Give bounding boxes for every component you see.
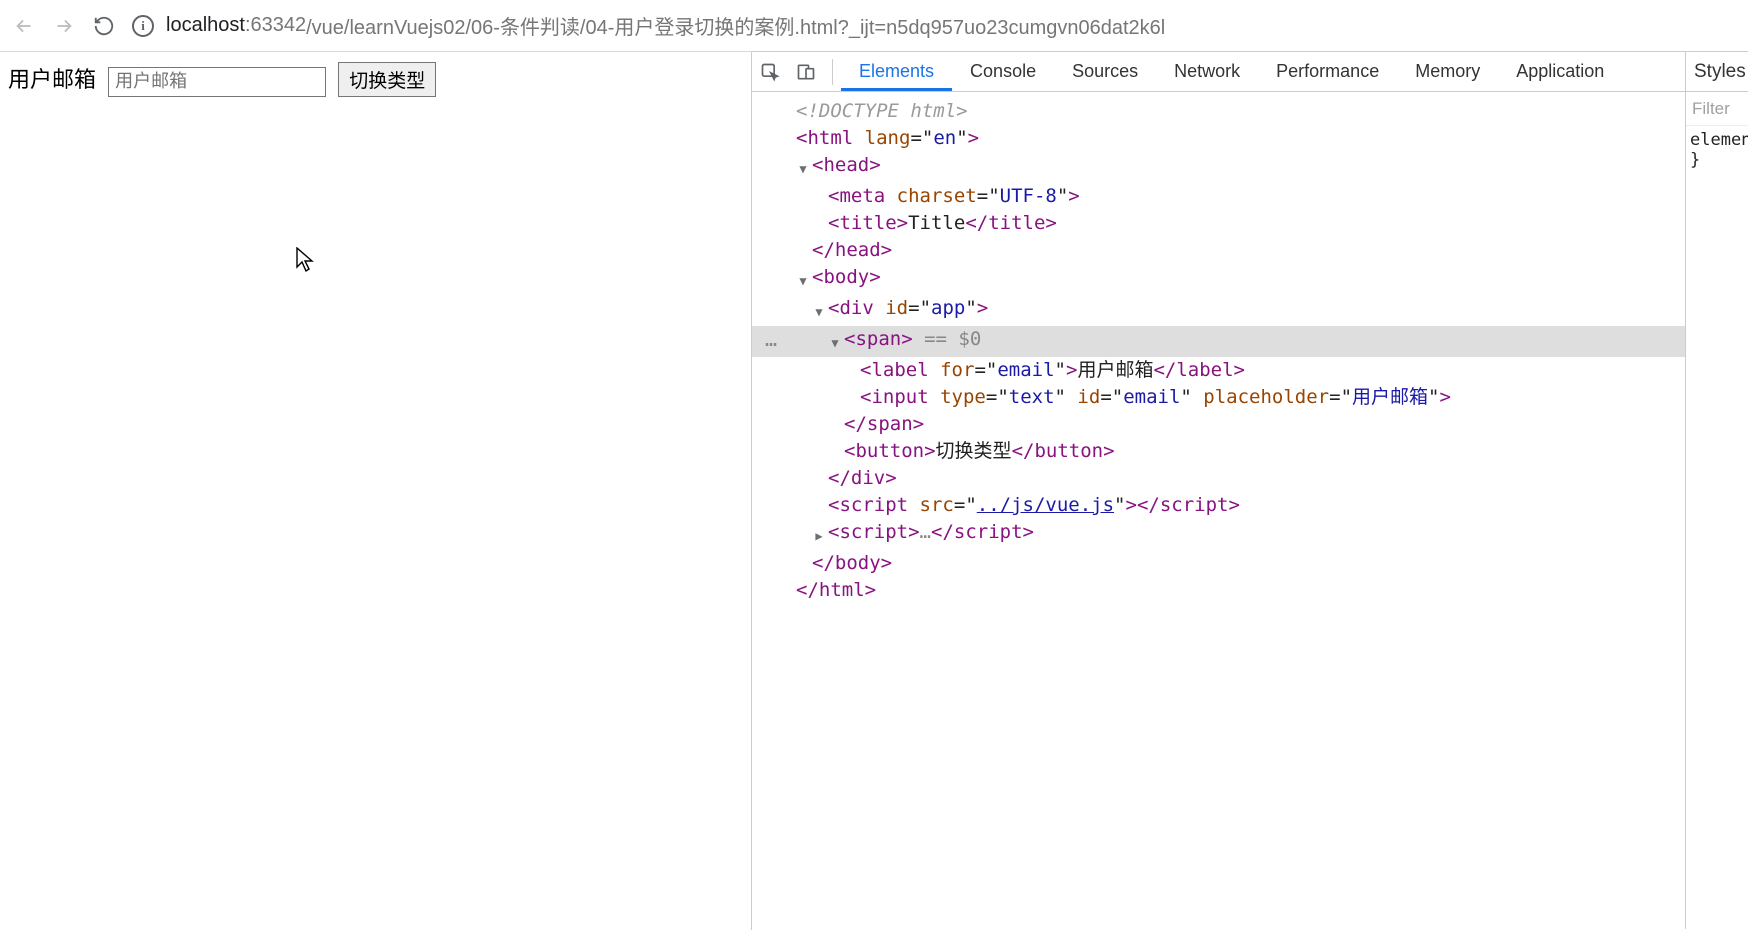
dom-line[interactable]: ▼<div id="app"> [752, 295, 1685, 326]
toggle-type-button[interactable]: 切换类型 [338, 62, 436, 97]
dom-line[interactable]: ▼<head> [752, 152, 1685, 183]
dom-line[interactable]: </html> [752, 577, 1685, 604]
styles-tabs: Styles [1686, 52, 1748, 92]
address-bar[interactable]: i localhost:63342/vue/learnVuejs02/06-条件… [124, 6, 1744, 46]
styles-line: element [1690, 130, 1744, 150]
dom-line[interactable]: <title>Title</title> [752, 210, 1685, 237]
styles-line: } [1690, 150, 1744, 170]
tab-styles[interactable]: Styles [1694, 61, 1746, 83]
url-path: /vue/learnVuejs02/06-条件判读/04-用户登录切换的案例.h… [306, 11, 1165, 40]
url-host: localhost [166, 14, 245, 37]
tab-network[interactable]: Network [1156, 52, 1258, 91]
reload-button[interactable] [84, 6, 124, 46]
devtools-tabs: ElementsConsoleSourcesNetworkPerformance… [752, 52, 1685, 92]
dom-line[interactable]: <input type="text" id="email" placeholde… [752, 384, 1685, 411]
tab-application[interactable]: Application [1498, 52, 1622, 91]
email-field[interactable] [108, 67, 326, 97]
styles-filter[interactable]: Filter [1686, 92, 1748, 126]
cursor-icon [296, 247, 316, 279]
devtools-panel: ElementsConsoleSourcesNetworkPerformance… [752, 51, 1748, 929]
content-split: 用户邮箱 切换类型 ElementsConsoleSourcesNetworkP… [0, 52, 1748, 930]
dom-line[interactable]: <label for="email">用户邮箱</label> [752, 357, 1685, 384]
devtools-styles-pane: Styles Filter element } [1686, 52, 1748, 929]
rendered-page: 用户邮箱 切换类型 [0, 52, 752, 930]
url-port: :63342 [245, 14, 306, 37]
dom-line[interactable]: …▼<span> == $0 [752, 326, 1685, 357]
tab-memory[interactable]: Memory [1397, 52, 1498, 91]
devtools-main: ElementsConsoleSourcesNetworkPerformance… [752, 52, 1686, 929]
styles-body: element } [1686, 126, 1748, 174]
back-button[interactable] [4, 6, 44, 46]
dom-line[interactable]: </div> [752, 465, 1685, 492]
dom-line[interactable]: <!DOCTYPE html> [752, 98, 1685, 125]
tab-sources[interactable]: Sources [1054, 52, 1156, 91]
dom-line[interactable]: <script src="../js/vue.js"></script> [752, 492, 1685, 519]
divider [832, 59, 833, 85]
dom-line[interactable]: </span> [752, 411, 1685, 438]
forward-button[interactable] [44, 6, 84, 46]
elements-dom-tree[interactable]: <!DOCTYPE html><html lang="en">▼<head><m… [752, 92, 1685, 929]
site-info-icon[interactable]: i [132, 15, 154, 37]
tab-performance[interactable]: Performance [1258, 52, 1397, 91]
inspect-icon[interactable] [752, 52, 788, 92]
browser-toolbar: i localhost:63342/vue/learnVuejs02/06-条件… [0, 0, 1748, 52]
dom-line[interactable]: <html lang="en"> [752, 125, 1685, 152]
tab-console[interactable]: Console [952, 52, 1054, 91]
dom-line[interactable]: </head> [752, 237, 1685, 264]
device-toolbar-icon[interactable] [788, 52, 824, 92]
dom-line[interactable]: ▼<body> [752, 264, 1685, 295]
dom-line[interactable]: <button>切换类型</button> [752, 438, 1685, 465]
dom-line[interactable]: ▶<script>…</script> [752, 519, 1685, 550]
tab-elements[interactable]: Elements [841, 52, 952, 91]
email-label: 用户邮箱 [8, 67, 96, 92]
dom-line[interactable]: <meta charset="UTF-8"> [752, 183, 1685, 210]
dom-line[interactable]: </body> [752, 550, 1685, 577]
